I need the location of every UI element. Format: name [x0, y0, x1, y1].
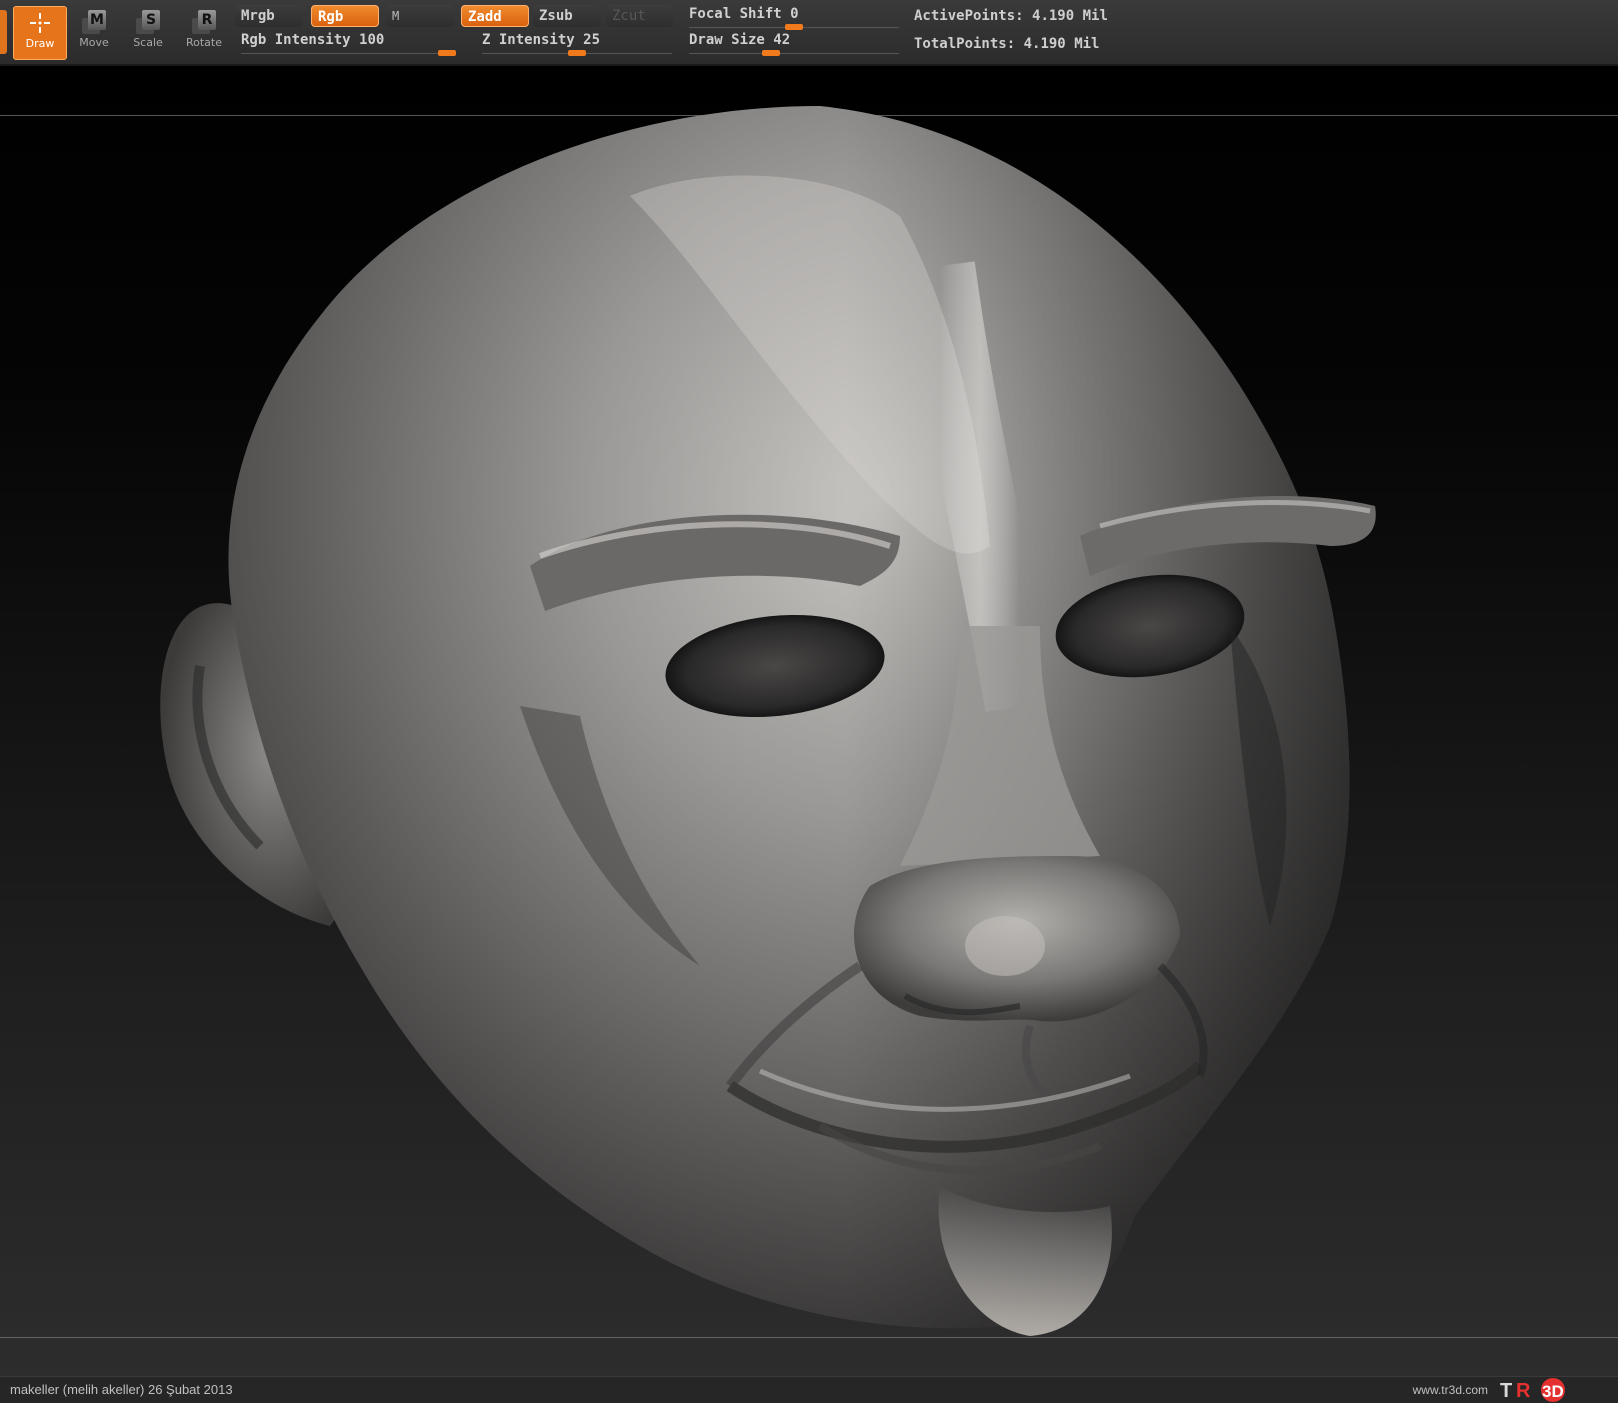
total-points-label: TotalPoints:: [914, 36, 1016, 52]
move-tool-button[interactable]: M Move: [68, 6, 120, 58]
sculpted-head-model[interactable]: [0, 66, 1618, 1376]
total-points-readout: TotalPoints: 4.190 Mil: [914, 36, 1099, 52]
scale-tool-button[interactable]: S Scale: [122, 6, 174, 58]
rgb-intensity-slider[interactable]: Rgb Intensity 100: [241, 30, 456, 56]
rotate-icon: R: [190, 10, 218, 34]
move-icon: M: [80, 10, 108, 34]
z-intensity-value: 25: [583, 32, 601, 48]
m-button[interactable]: M: [386, 5, 454, 27]
author-credit: makeller (melih akeller) 26 Şubat 2013: [10, 1382, 233, 1397]
total-points-value: 4.190: [1023, 36, 1066, 52]
scale-tool-label: Scale: [133, 36, 163, 49]
rgb-intensity-knob[interactable]: [438, 50, 456, 56]
status-bar: makeller (melih akeller) 26 Şubat 2013 w…: [0, 1376, 1618, 1403]
top-toolbar: Draw M Move S Scale R Rotate Mrgb Rgb M …: [0, 0, 1618, 66]
focal-shift-value: 0: [790, 6, 799, 22]
zadd-button[interactable]: Zadd: [461, 5, 529, 27]
draw-tool-button[interactable]: Draw: [13, 6, 67, 60]
active-points-readout: ActivePoints: 4.190 Mil: [914, 8, 1108, 24]
total-points-unit: Mil: [1074, 36, 1100, 52]
rgb-intensity-value: 100: [359, 32, 385, 48]
active-points-label: ActivePoints:: [914, 8, 1024, 24]
svg-text:T: T: [1500, 1380, 1512, 1402]
draw-size-slider[interactable]: Draw Size 42: [689, 30, 899, 56]
move-tool-label: Move: [79, 36, 109, 49]
draw-tool-label: Draw: [25, 37, 55, 50]
z-intensity-slider[interactable]: Z Intensity 25: [482, 30, 672, 56]
site-link[interactable]: www.tr3d.com: [1413, 1383, 1488, 1397]
draw-crosshair-icon: [26, 11, 54, 35]
draw-size-label: Draw Size: [689, 32, 765, 48]
left-edge-tab[interactable]: [0, 10, 7, 54]
tr3d-logo-icon: T R 3D: [1500, 1378, 1565, 1402]
mrgb-button[interactable]: Mrgb: [235, 5, 303, 27]
draw-size-value: 42: [773, 32, 791, 48]
rotate-tool-label: Rotate: [185, 36, 222, 49]
z-intensity-label: Z Intensity: [482, 32, 575, 48]
rgb-intensity-label: Rgb Intensity: [241, 32, 351, 48]
draw-size-knob[interactable]: [762, 50, 780, 56]
zcut-button[interactable]: Zcut: [606, 5, 674, 27]
sculpt-viewport[interactable]: [0, 66, 1618, 1376]
svg-text:3D: 3D: [1542, 1382, 1564, 1401]
z-intensity-knob[interactable]: [568, 50, 586, 56]
rgb-button[interactable]: Rgb: [311, 5, 379, 27]
svg-text:R: R: [1516, 1380, 1531, 1402]
focal-shift-slider[interactable]: Focal Shift 0: [689, 4, 899, 30]
rotate-tool-button[interactable]: R Rotate: [178, 6, 230, 58]
active-points-value: 4.190: [1032, 8, 1075, 24]
scale-icon: S: [134, 10, 162, 34]
zsub-button[interactable]: Zsub: [533, 5, 601, 27]
focal-shift-label: Focal Shift: [689, 6, 782, 22]
active-points-unit: Mil: [1082, 8, 1108, 24]
